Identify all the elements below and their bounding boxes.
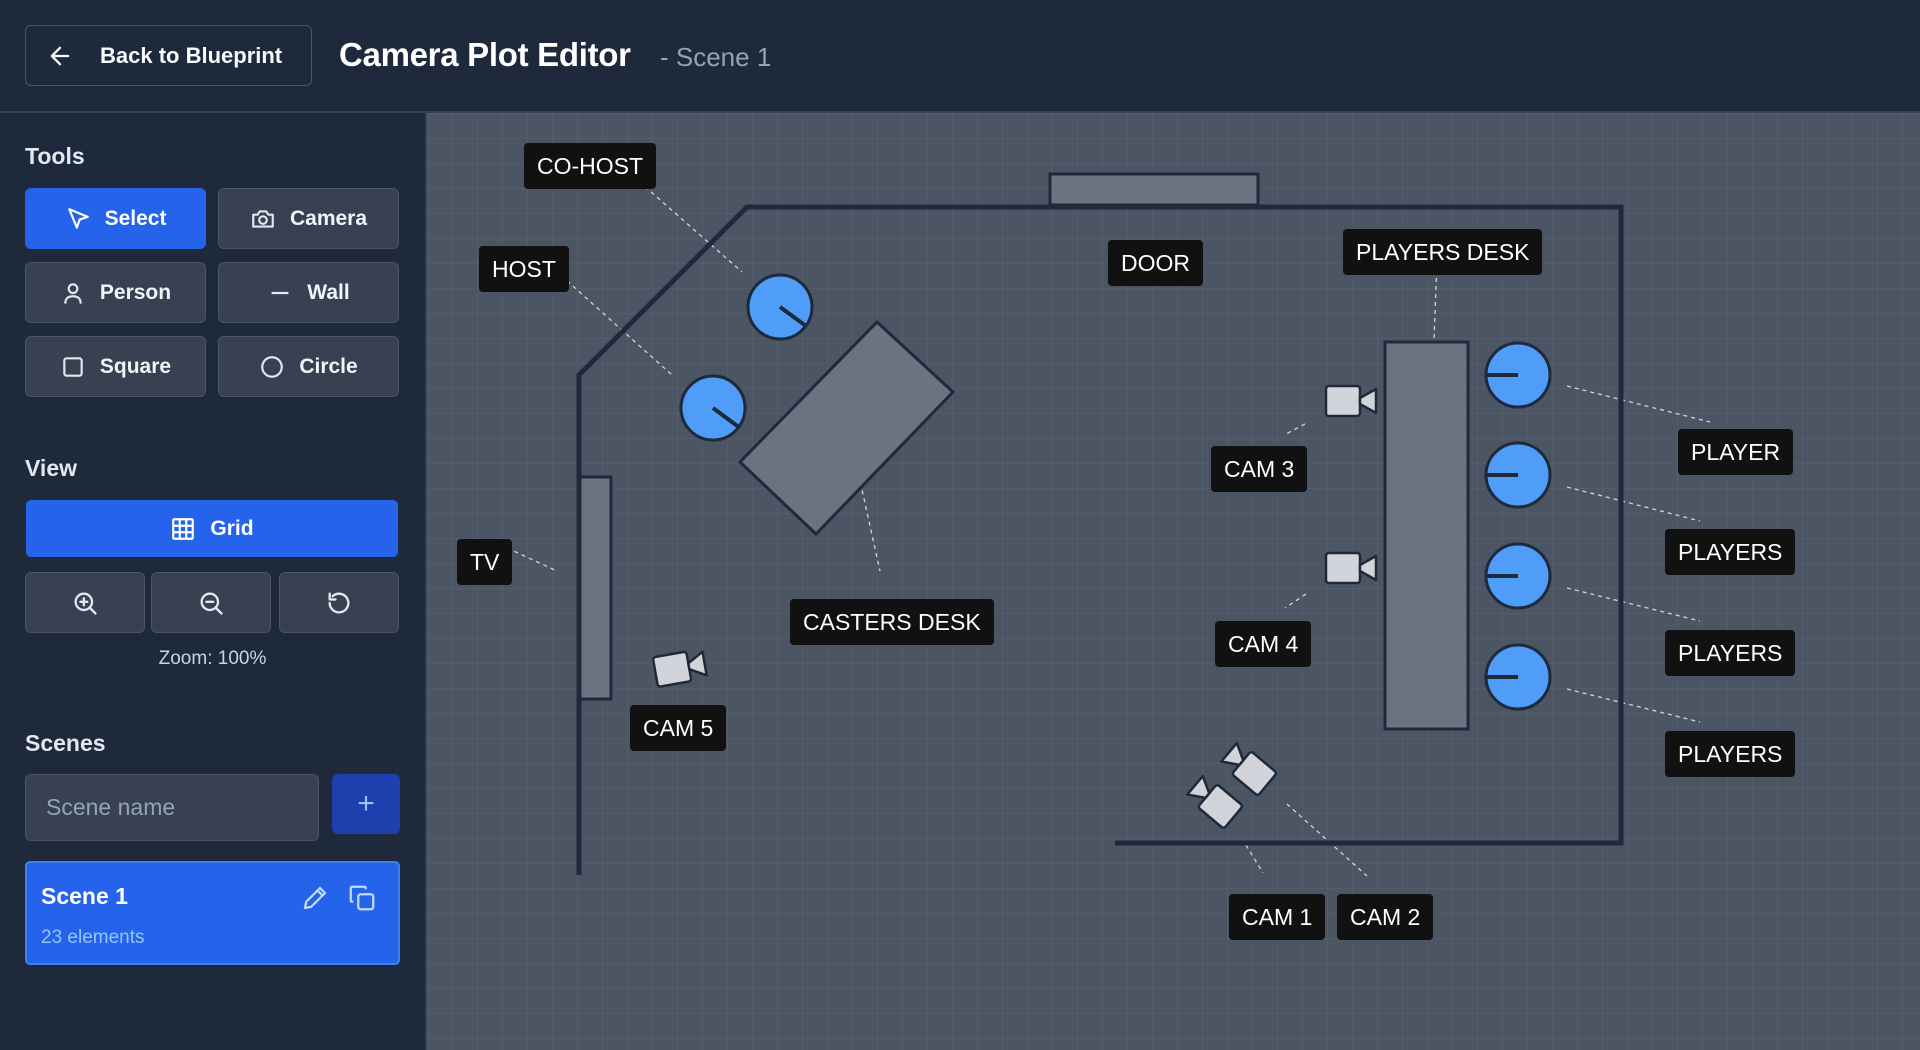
camera-icon-cam3[interactable] (1324, 384, 1378, 418)
square-tool-button[interactable]: Square (25, 336, 206, 397)
label-door[interactable]: DOOR (1108, 240, 1203, 286)
label-cam3[interactable]: CAM 3 (1211, 446, 1308, 492)
camera-icon-cam5[interactable] (651, 649, 708, 688)
label-cam5[interactable]: CAM 5 (630, 705, 727, 751)
zoom-out-icon (200, 592, 223, 615)
camera-icon (252, 209, 274, 228)
scene-subtitle: - Scene 1 (660, 42, 772, 72)
select-tool-button[interactable]: Select (25, 188, 206, 249)
circle-tool-button[interactable]: Circle (218, 336, 399, 397)
view-heading: View (25, 455, 77, 481)
wall-tool-label: Wall (307, 280, 350, 304)
edit-pencil-icon[interactable] (300, 883, 330, 913)
label-tv[interactable]: TV (457, 539, 513, 585)
circle-icon (261, 355, 284, 378)
tools-heading: Tools (25, 143, 85, 169)
plot-canvas[interactable]: CO-HOST HOST DOOR PLAYERS DESK CAM 3 PLA… (427, 113, 1920, 1050)
square-tool-label: Square (99, 354, 172, 378)
label-cam1[interactable]: CAM 1 (1229, 894, 1326, 940)
scene-name-input[interactable] (25, 774, 319, 841)
camera-tool-label: Camera (289, 206, 368, 230)
square-icon (63, 356, 83, 377)
duplicate-icon[interactable] (347, 883, 377, 913)
scene-list-item[interactable]: Scene 1 23 elements (25, 861, 400, 965)
label-players-desk[interactable]: PLAYERS DESK (1343, 229, 1543, 275)
label-players-4[interactable]: PLAYERS (1665, 731, 1796, 777)
camera-icon-cam1[interactable] (1185, 774, 1244, 829)
cursor-icon (67, 207, 89, 229)
arrow-left-icon (50, 46, 70, 65)
select-tool-label: Select (104, 206, 167, 230)
players-desk-shape[interactable] (1383, 340, 1470, 731)
label-cohost[interactable]: CO-HOST (524, 143, 657, 189)
circle-tool-label: Circle (299, 354, 358, 378)
zoom-level-text: Zoom: 100% (158, 648, 267, 669)
person-tool-label: Person (99, 280, 172, 304)
tv-shape[interactable] (578, 475, 613, 701)
zoom-in-icon (74, 592, 97, 615)
label-players-3[interactable]: PLAYERS (1665, 630, 1796, 676)
back-button-label: Back to Blueprint (100, 42, 283, 68)
wall-tool-button[interactable]: Wall (218, 262, 399, 323)
person-player-3[interactable] (1484, 542, 1552, 610)
label-casters-desk[interactable]: CASTERS DESK (790, 599, 994, 645)
sidebar: Tools Select Camera Person Wall Square C… (0, 113, 427, 1050)
scenes-heading: Scenes (25, 730, 106, 756)
zoom-out-button[interactable] (151, 572, 271, 633)
label-cam2[interactable]: CAM 2 (1337, 894, 1434, 940)
page-title: Camera Plot Editor (339, 36, 631, 73)
person-icon (64, 282, 82, 304)
grid-icon (172, 517, 195, 540)
person-player-1[interactable] (1484, 341, 1552, 409)
person-tool-button[interactable]: Person (25, 262, 206, 323)
person-player-4[interactable] (1484, 643, 1552, 711)
casters-desk-shape[interactable] (737, 319, 956, 537)
label-cam4[interactable]: CAM 4 (1215, 621, 1312, 667)
camera-icon-cam4[interactable] (1324, 551, 1378, 585)
camera-tool-button[interactable]: Camera (218, 188, 399, 249)
scene-item-name: Scene 1 (41, 883, 128, 909)
scene-item-count: 23 elements (41, 927, 145, 948)
person-player-2[interactable] (1484, 441, 1552, 509)
add-scene-button[interactable]: + (332, 774, 400, 834)
zoom-in-button[interactable] (25, 572, 145, 633)
person-host[interactable] (679, 374, 747, 442)
grid-toggle-button[interactable]: Grid (26, 500, 398, 557)
reset-zoom-button[interactable] (279, 572, 399, 633)
person-cohost[interactable] (746, 273, 814, 341)
camera-icon-cam2[interactable] (1219, 741, 1278, 796)
back-to-blueprint-button[interactable]: Back to Blueprint (25, 25, 312, 86)
label-players-2[interactable]: PLAYERS (1665, 529, 1796, 575)
label-host[interactable]: HOST (479, 246, 569, 292)
label-player-1[interactable]: PLAYER (1678, 429, 1794, 475)
top-bar: Back to Blueprint Camera Plot Editor - S… (0, 0, 1920, 113)
wall-line-icon (271, 291, 289, 294)
reset-icon (328, 592, 350, 614)
grid-toggle-label: Grid (210, 516, 254, 540)
door-shape[interactable] (1048, 172, 1260, 207)
